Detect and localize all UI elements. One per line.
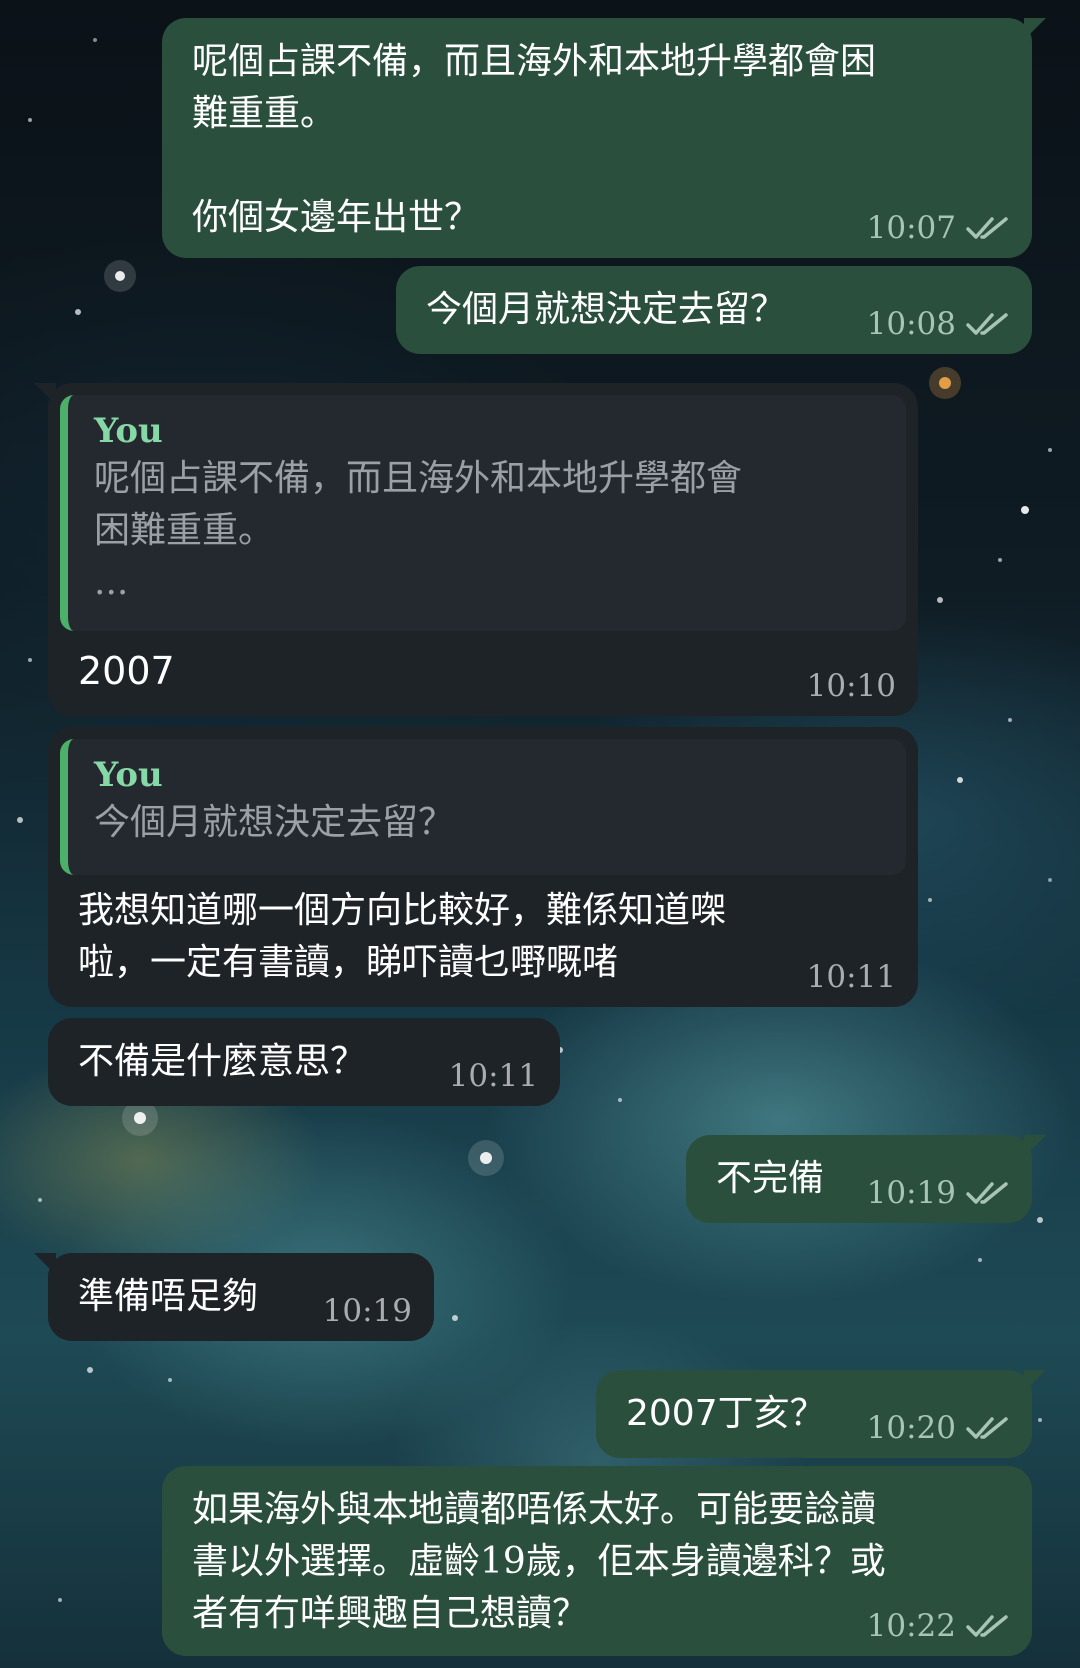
reply-quote-text: 今個月就想決定去留？: [94, 802, 455, 843]
message-time: 10:10: [806, 668, 896, 704]
reply-sender-name: You: [94, 755, 163, 795]
message-meta: 10:07: [867, 208, 1010, 248]
bubble-tail: [1024, 1135, 1046, 1157]
message-bubble-incoming[interactable]: 不備是什麼意思？ 10:11: [48, 1018, 560, 1106]
message-meta: 10:08: [867, 304, 1010, 344]
double-check-icon: [966, 313, 1008, 335]
message-meta: 10:19: [867, 1173, 1010, 1213]
bubble-tail: [1024, 18, 1046, 40]
reply-quote-text: 呢個占課不備，而且海外和本地升學都會 困難重重。 ...: [94, 458, 743, 603]
reply-quote[interactable]: You 今個月就想決定去留？: [60, 739, 906, 875]
message-bubble-outgoing[interactable]: 今個月就想決定去留？ 10:08: [396, 266, 1032, 354]
message-time: 10:11: [806, 959, 896, 995]
message-meta: 10:10: [807, 666, 896, 706]
double-check-icon: [966, 1417, 1008, 1439]
message-bubble-incoming[interactable]: 準備唔足夠 10:19: [34, 1253, 434, 1341]
message-meta: 10:22: [867, 1606, 1010, 1646]
message-bubble-incoming[interactable]: You 呢個占課不備，而且海外和本地升學都會 困難重重。 ... 2007 10…: [34, 383, 918, 716]
message-time: 10:11: [448, 1058, 538, 1094]
message-bubble-outgoing[interactable]: 2007丁亥？ 10:20: [596, 1370, 1046, 1458]
message-meta: 10:11: [807, 957, 896, 997]
reply-sender-name: You: [94, 411, 163, 451]
message-time: 10:19: [866, 1175, 956, 1211]
reply-quote[interactable]: You 呢個占課不備，而且海外和本地升學都會 困難重重。 ...: [60, 395, 906, 631]
double-check-icon: [966, 1182, 1008, 1204]
bubble-tail: [34, 383, 56, 405]
message-bubble-incoming[interactable]: You 今個月就想決定去留？ 我想知道哪一個方向比較好，難係知道㗎 啦，一定有書…: [48, 727, 918, 1007]
message-time: 10:22: [866, 1608, 956, 1644]
message-text: 2007: [78, 649, 175, 693]
message-time: 10:07: [866, 210, 956, 246]
message-bubble-outgoing[interactable]: 如果海外與本地讀都唔係太好。可能要諗讀 書以外選擇。虛齡19歲，佢本身讀邊科？或…: [162, 1466, 1032, 1656]
double-check-icon: [966, 1615, 1008, 1637]
bubble-tail: [1024, 1370, 1046, 1392]
bubble-tail: [34, 1253, 56, 1275]
message-meta: 10:20: [867, 1408, 1010, 1448]
message-bubble-outgoing[interactable]: 呢個占課不備，而且海外和本地升學都會困 難重重。 你個女邊年出世？ 10:07: [162, 18, 1046, 258]
message-bubble-outgoing[interactable]: 不完備 10:19: [686, 1135, 1046, 1223]
message-meta: 10:19: [323, 1291, 412, 1331]
message-time: 10:19: [322, 1293, 412, 1329]
message-time: 10:08: [866, 306, 956, 342]
message-meta: 10:11: [449, 1056, 538, 1096]
message-time: 10:20: [866, 1410, 956, 1446]
message-text: 我想知道哪一個方向比較好，難係知道㗎 啦，一定有書讀，睇吓讀乜嘢嘅啫: [78, 890, 727, 983]
double-check-icon: [966, 217, 1008, 239]
